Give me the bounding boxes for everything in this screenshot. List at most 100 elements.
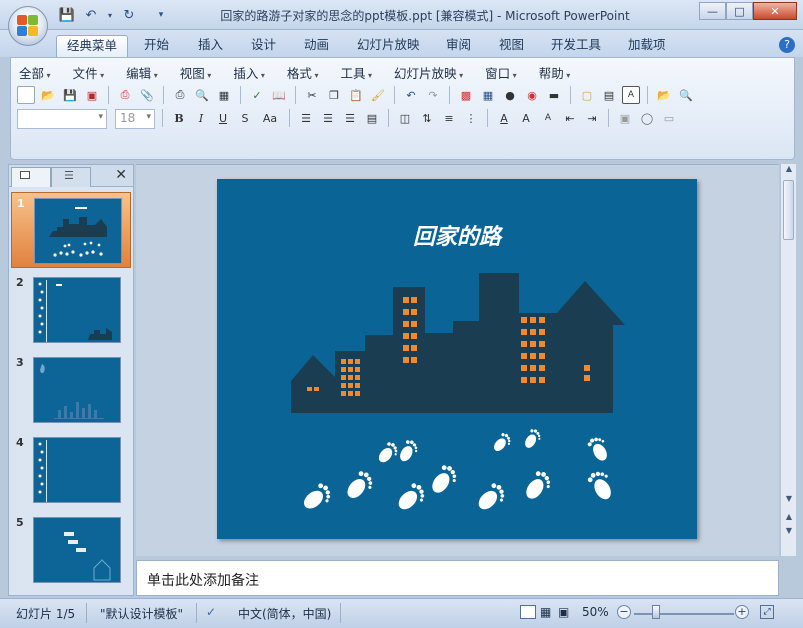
slide-thumbnail-4[interactable]: 4 bbox=[11, 432, 131, 508]
undo-dropdown-icon[interactable]: ▾ bbox=[106, 6, 114, 24]
save-icon[interactable]: 💾 bbox=[58, 6, 76, 24]
color-grayscale-icon[interactable]: ◉ bbox=[523, 86, 541, 104]
zoom-icon[interactable]: 🔍 bbox=[677, 86, 695, 104]
font-name-combo[interactable] bbox=[17, 109, 107, 129]
slide-thumbnail-1[interactable]: 1 bbox=[11, 192, 131, 268]
scroll-down-icon[interactable]: ▼ bbox=[781, 494, 797, 508]
slide-thumbnail-3[interactable]: 3 bbox=[11, 352, 131, 428]
notes-placeholder[interactable]: 单击此处添加备注 bbox=[147, 570, 259, 590]
close-panel-icon[interactable]: ✕ bbox=[115, 167, 127, 183]
case-icon[interactable]: Aa bbox=[258, 109, 282, 127]
spellcheck-icon[interactable]: ✓ bbox=[206, 605, 216, 619]
columns-icon[interactable]: ◫ bbox=[396, 109, 414, 127]
bold-icon[interactable]: B bbox=[170, 109, 188, 127]
maximize-button[interactable]: □ bbox=[726, 2, 753, 20]
text-direction-icon[interactable]: ⇅ bbox=[418, 109, 436, 127]
bullets-icon[interactable]: ⋮ bbox=[462, 109, 480, 127]
slide-thumbnail-5[interactable]: 5 bbox=[11, 512, 131, 588]
tab-slideshow[interactable]: 幻灯片放映 bbox=[347, 35, 430, 57]
layout-icon[interactable]: ▦ bbox=[215, 86, 233, 104]
menu-help[interactable]: 帮助 bbox=[539, 63, 571, 82]
grow-font-icon[interactable]: A bbox=[517, 109, 535, 127]
shrink-font-icon[interactable]: A bbox=[539, 109, 557, 127]
paste-icon[interactable]: 📋 bbox=[347, 86, 365, 104]
design-icon[interactable]: ▣ bbox=[616, 109, 634, 127]
redo-icon[interactable]: ↻ bbox=[120, 6, 138, 24]
italic-icon[interactable]: I bbox=[192, 109, 210, 127]
insert-picture-icon[interactable]: ● bbox=[501, 86, 519, 104]
new-slide-icon[interactable]: ▢ bbox=[578, 86, 596, 104]
zoom-level[interactable]: 50% bbox=[582, 605, 609, 619]
current-slide[interactable]: 回家的路 bbox=[217, 179, 697, 539]
menu-insert[interactable]: 插入 bbox=[233, 63, 265, 82]
language-indicator[interactable]: 中文(简体，中国) bbox=[238, 605, 331, 622]
research-icon[interactable]: 📖 bbox=[270, 86, 288, 104]
previous-slide-icon[interactable]: ▲ bbox=[781, 512, 797, 526]
shadow-icon[interactable]: S bbox=[236, 109, 254, 127]
font-size-combo[interactable]: 18 bbox=[115, 109, 155, 129]
align-right-icon[interactable]: ☰ bbox=[341, 109, 359, 127]
menu-view[interactable]: 视图 bbox=[180, 63, 212, 82]
menu-format[interactable]: 格式 bbox=[287, 63, 319, 82]
spelling-icon[interactable]: ✓ bbox=[248, 86, 266, 104]
format-painter-icon[interactable]: 🖌 bbox=[369, 86, 387, 104]
tab-animation[interactable]: 动画 bbox=[294, 35, 339, 57]
preview-icon[interactable]: 🔍 bbox=[193, 86, 211, 104]
align-left-icon[interactable]: ☰ bbox=[297, 109, 315, 127]
tab-insert[interactable]: 插入 bbox=[188, 35, 233, 57]
tab-classic-menu[interactable]: 经典菜单 bbox=[56, 35, 129, 57]
tab-review[interactable]: 审阅 bbox=[436, 35, 481, 57]
zoom-out-icon[interactable]: − bbox=[617, 605, 631, 619]
tab-home[interactable]: 开始 bbox=[134, 35, 179, 57]
fit-to-window-icon[interactable]: ⤢ bbox=[760, 605, 774, 619]
slideshow-view-icon[interactable]: ▣ bbox=[558, 605, 569, 619]
cut-icon[interactable]: ✂ bbox=[303, 86, 321, 104]
tab-developer[interactable]: 开发工具 bbox=[541, 35, 611, 57]
undo-icon[interactable]: ↶ bbox=[402, 86, 420, 104]
numbering-icon[interactable]: ≡ bbox=[440, 109, 458, 127]
outline-tab[interactable]: ☰ bbox=[51, 167, 91, 187]
minimize-button[interactable]: — bbox=[699, 2, 726, 20]
zoom-slider-track[interactable] bbox=[634, 613, 734, 615]
tab-view[interactable]: 视图 bbox=[489, 35, 534, 57]
zoom-slider-knob[interactable] bbox=[652, 605, 660, 619]
table-icon[interactable]: ▦ bbox=[479, 86, 497, 104]
menu-file[interactable]: 文件 bbox=[73, 63, 105, 82]
slide-color-icon[interactable]: ▬ bbox=[545, 86, 563, 104]
underline-icon[interactable]: U bbox=[214, 109, 232, 127]
folder-icon[interactable]: 📂 bbox=[655, 86, 673, 104]
menu-tools[interactable]: 工具 bbox=[340, 63, 372, 82]
scroll-up-icon[interactable]: ▲ bbox=[781, 164, 797, 178]
tab-addins[interactable]: 加载项 bbox=[618, 35, 676, 57]
print-preview-icon[interactable]: ⎙ bbox=[116, 86, 134, 104]
font-color-icon[interactable]: A bbox=[495, 109, 513, 127]
save-icon[interactable]: 💾 bbox=[61, 86, 79, 104]
close-button[interactable]: ✕ bbox=[753, 2, 797, 20]
menu-slideshow[interactable]: 幻灯片放映 bbox=[394, 63, 463, 82]
align-center-icon[interactable]: ☰ bbox=[319, 109, 337, 127]
normal-view-icon[interactable] bbox=[520, 605, 536, 619]
menu-window[interactable]: 窗口 bbox=[485, 63, 517, 82]
print-icon[interactable]: ⎙ bbox=[171, 86, 189, 104]
textbox-icon[interactable]: A bbox=[622, 86, 640, 104]
increase-indent-icon[interactable]: ⇥ bbox=[583, 109, 601, 127]
office-button[interactable] bbox=[8, 6, 48, 46]
template-name[interactable]: "默认设计模板" bbox=[100, 605, 183, 622]
tab-design[interactable]: 设计 bbox=[241, 35, 286, 57]
open-icon[interactable]: 📂 bbox=[39, 86, 57, 104]
redo-icon[interactable]: ↷ bbox=[424, 86, 442, 104]
permission-icon[interactable]: ▣ bbox=[83, 86, 101, 104]
qat-customize-icon[interactable]: ▾ bbox=[152, 6, 170, 24]
help-icon[interactable]: ? bbox=[779, 37, 795, 53]
menu-edit[interactable]: 编辑 bbox=[126, 63, 158, 82]
attachment-icon[interactable]: 📎 bbox=[138, 86, 156, 104]
zoom-in-icon[interactable]: + bbox=[735, 605, 749, 619]
notes-pane[interactable]: 单击此处添加备注 bbox=[136, 560, 779, 596]
arrange-icon[interactable]: ▭ bbox=[660, 109, 678, 127]
copy-icon[interactable]: ❐ bbox=[325, 86, 343, 104]
decrease-indent-icon[interactable]: ⇤ bbox=[561, 109, 579, 127]
slide-sorter-icon[interactable]: ▦ bbox=[540, 605, 551, 619]
menu-all[interactable]: 全部 bbox=[19, 63, 51, 82]
shapes-icon[interactable]: ◯ bbox=[638, 109, 656, 127]
scroll-thumb[interactable] bbox=[783, 180, 794, 240]
